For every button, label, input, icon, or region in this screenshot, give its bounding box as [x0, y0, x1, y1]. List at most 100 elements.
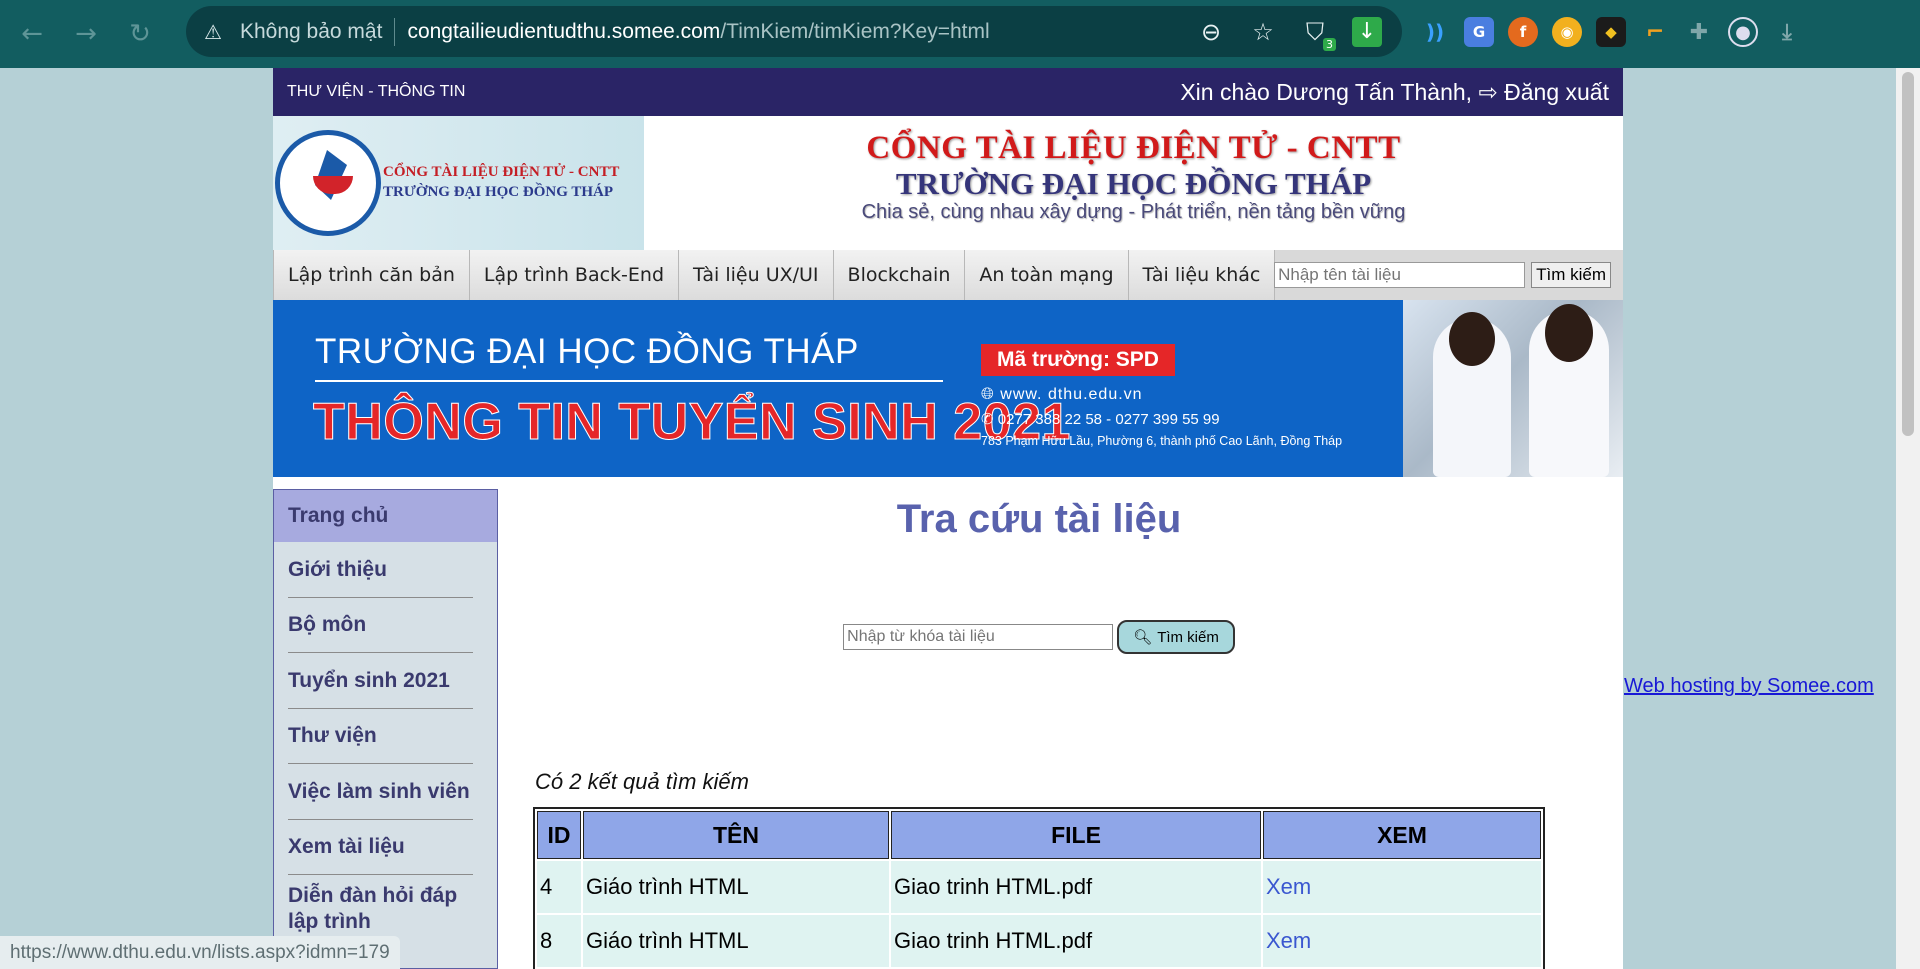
content-area: Trang chủ Giới thiệu Bộ môn Tuyển sinh 2…: [273, 477, 1623, 969]
puzzle-extensions-icon[interactable]: ✚: [1684, 17, 1714, 47]
download-icon[interactable]: ⤓: [1772, 17, 1802, 47]
fox-extension-icon[interactable]: f: [1508, 17, 1538, 47]
user-greeting: Xin chào Dương Tấn Thành, ⇨ Đăng xuất: [1180, 79, 1609, 106]
download-extension-icon[interactable]: ↓: [1352, 16, 1382, 47]
banner-divider: [315, 380, 943, 382]
banner-phones-text: 0277 388 22 58 - 0277 399 55 99: [997, 411, 1220, 428]
shield-badge: 3: [1323, 37, 1336, 51]
sidebar-item-admission[interactable]: Tuyển sinh 2021: [274, 653, 497, 709]
chrome-extension-icon[interactable]: ◉: [1552, 17, 1582, 47]
logo-title: CỔNG TÀI LIỆU ĐIỆN TỬ - CNTT: [383, 164, 620, 180]
page-title: Tra cứu tài liệu: [896, 497, 1182, 541]
results-count: Có 2 kết quả tìm kiếm: [535, 769, 749, 794]
banner-student-1-hair: [1449, 312, 1495, 366]
search-icon: 🔍︎: [1133, 629, 1153, 646]
warning-icon[interactable]: ⚠: [204, 21, 228, 43]
header-view: XEM: [1263, 811, 1541, 859]
extensions-area: )) G f ◉ ◆ ⌐ ✚ ● ⤓: [1420, 12, 1802, 52]
results-table: ID TÊN FILE XEM 4 Giáo trình HTML Giao t…: [533, 807, 1545, 969]
sidebar-item-about[interactable]: Giới thiệu: [274, 542, 497, 598]
menu-item-blockchain[interactable]: Blockchain: [833, 250, 966, 300]
url-path[interactable]: /TimKiem/timKiem?Key=html: [720, 20, 989, 44]
admission-banner[interactable]: TRƯỜNG ĐẠI HỌC ĐỒNG THÁP THÔNG TIN TUYỂN…: [273, 300, 1623, 477]
banner-school-code: Mã trường: SPD: [981, 344, 1175, 376]
sidebar-item-jobs[interactable]: Việc làm sinh viên: [274, 764, 497, 820]
cell-name: Giáo trình HTML: [583, 915, 889, 967]
cube-extension-icon[interactable]: ◆: [1596, 17, 1626, 47]
shield-extension-icon[interactable]: ⛉ 3: [1300, 17, 1336, 51]
header-id: ID: [537, 811, 581, 859]
status-bar-link-preview: https://www.dthu.edu.vn/lists.aspx?idmn=…: [0, 936, 400, 969]
cell-file: Giao trinh HTML.pdf: [891, 915, 1261, 967]
site-title: CỔNG TÀI LIỆU ĐIỆN TỬ - CNTT: [866, 130, 1401, 166]
sidebar-item-view-docs[interactable]: Xem tài liệu: [274, 820, 497, 876]
menu-item-backend[interactable]: Lập trình Back-End: [469, 250, 680, 300]
omnibox-actions: ⊖ ☆ ⛉ 3 ↓: [1196, 6, 1382, 57]
menu-search-input[interactable]: [1274, 262, 1526, 288]
menu-item-basic-programming[interactable]: Lập trình căn bản: [273, 250, 470, 300]
wave-extension-icon[interactable]: )): [1420, 17, 1450, 47]
main-menu: Lập trình căn bản Lập trình Back-End Tài…: [273, 250, 1623, 300]
document-search-button[interactable]: 🔍︎ Tìm kiếm: [1117, 620, 1235, 654]
page-scrollbar[interactable]: [1896, 68, 1920, 969]
menu-search: Tìm kiếm: [1274, 262, 1611, 288]
logout-link[interactable]: Đăng xuất: [1504, 79, 1609, 105]
logout-icon[interactable]: ⇨: [1478, 79, 1497, 105]
profile-avatar-icon[interactable]: ●: [1728, 17, 1758, 47]
sidebar-item-home[interactable]: Trang chủ: [274, 490, 497, 542]
menu-search-button[interactable]: Tìm kiếm: [1531, 262, 1611, 288]
header-name: TÊN: [583, 811, 889, 859]
site-title-block: CỔNG TÀI LIỆU ĐIỆN TỬ - CNTT TRƯỜNG ĐẠI …: [644, 116, 1623, 250]
school-logo[interactable]: CỔNG TÀI LIỆU ĐIỆN TỬ - CNTT TRƯỜNG ĐẠI …: [273, 116, 644, 250]
banner-address: 783 Phạm Hữu Lầu, Phường 6, thành phố Ca…: [981, 434, 1343, 448]
menu-item-ux-ui[interactable]: Tài liệu UX/UI: [679, 250, 834, 300]
globe-icon: 🌐︎: [981, 386, 995, 403]
security-label[interactable]: Không bảo mật: [240, 20, 382, 44]
address-bar[interactable]: ⚠ Không bảo mật congtailieudientudthu.so…: [186, 6, 1402, 57]
sidebar-item-forum[interactable]: Diễn đàn hỏi đáp lập trình: [274, 875, 497, 941]
sidebar-item-library[interactable]: Thư viện: [274, 709, 497, 765]
library-label[interactable]: THƯ VIỆN - THÔNG TIN: [287, 83, 465, 101]
url-host[interactable]: congtailieudientudthu.somee.com: [407, 20, 720, 44]
logo-subtitle: TRƯỜNG ĐẠI HỌC ĐỒNG THÁP: [383, 184, 614, 200]
menu-item-other-docs[interactable]: Tài liệu khác: [1128, 250, 1276, 300]
banner-school: TRƯỜNG ĐẠI HỌC ĐỒNG THÁP: [315, 332, 859, 371]
site-header: CỔNG TÀI LIỆU ĐIỆN TỬ - CNTT TRƯỜNG ĐẠI …: [273, 116, 1623, 250]
forward-arrow-icon[interactable]: →: [66, 14, 106, 54]
main-content: Tra cứu tài liệu 🔍︎Tìm kiếm Có 2 kết quả…: [533, 477, 1545, 969]
zoom-out-icon[interactable]: ⊖: [1196, 17, 1226, 47]
table-row: 4 Giáo trình HTML Giao trinh HTML.pdf Xe…: [537, 861, 1541, 913]
document-search-input[interactable]: [843, 624, 1114, 650]
translate-extension-icon[interactable]: G: [1464, 17, 1494, 47]
hosting-link[interactable]: Web hosting by Somee.com: [1624, 675, 1874, 698]
reload-icon[interactable]: ↻: [120, 14, 160, 54]
menu-item-security[interactable]: An toàn mạng: [965, 250, 1129, 300]
top-bar: THƯ VIỆN - THÔNG TIN Xin chào Dương Tấn …: [273, 68, 1623, 116]
document-search-button-label: Tìm kiếm: [1157, 628, 1219, 646]
divider: [394, 17, 396, 46]
banner-headline: THÔNG TIN TUYỂN SINH 2021: [313, 393, 1071, 452]
star-bookmark-icon[interactable]: ☆: [1248, 17, 1278, 47]
view-link[interactable]: Xem: [1263, 915, 1541, 967]
document-search: 🔍︎Tìm kiếm: [533, 620, 1545, 654]
header-file: FILE: [891, 811, 1261, 859]
page-container: THƯ VIỆN - THÔNG TIN Xin chào Dương Tấn …: [273, 68, 1623, 969]
banner-phones: ✆ 0277 388 22 58 - 0277 399 55 99: [981, 410, 1220, 428]
tool-extension-icon[interactable]: ⌐: [1640, 17, 1670, 47]
back-arrow-icon[interactable]: ←: [12, 14, 52, 54]
banner-website: 🌐︎ www. dthu.edu.vn: [981, 386, 1143, 404]
banner-student-2-hair: [1545, 304, 1593, 362]
table-header-row: ID TÊN FILE XEM: [537, 811, 1541, 859]
cell-name: Giáo trình HTML: [583, 861, 889, 913]
cell-id: 4: [537, 861, 581, 913]
phone-icon: ✆: [981, 411, 994, 428]
sidebar-item-departments[interactable]: Bộ môn: [274, 598, 497, 654]
site-subtitle: TRƯỜNG ĐẠI HỌC ĐỒNG THÁP: [895, 166, 1372, 201]
view-link[interactable]: Xem: [1263, 861, 1541, 913]
cell-file: Giao trinh HTML.pdf: [891, 861, 1261, 913]
browser-toolbar: ← → ↻ ⚠ Không bảo mật congtailieudientud…: [0, 0, 1920, 68]
banner-website-text: www. dthu.edu.vn: [1000, 386, 1143, 403]
greeting-text: Xin chào Dương Tấn Thành,: [1180, 78, 1473, 105]
sidebar: Trang chủ Giới thiệu Bộ môn Tuyển sinh 2…: [273, 489, 498, 969]
scrollbar-thumb[interactable]: [1902, 72, 1914, 436]
